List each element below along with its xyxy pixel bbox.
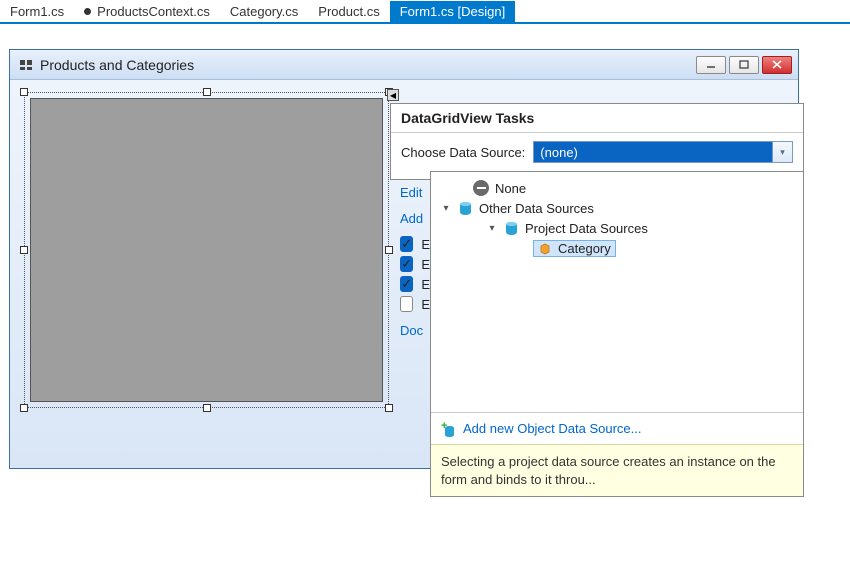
tasks-title: DataGridView Tasks [391,104,803,133]
choose-datasource-combo[interactable]: (none) ▾ [533,141,793,163]
tab-form1-design[interactable]: Form1.cs [Design] [390,1,515,22]
tab-product-cs[interactable]: Product.cs [308,1,389,22]
database-icon [503,220,519,236]
datasource-dropdown: None ▾ Other Data Sources ▾ Project Data… [430,171,804,497]
resize-handle-e[interactable] [385,246,393,254]
choose-datasource-value: (none) [533,141,773,163]
add-new-datasource-link[interactable]: + Add new Object Data Source... [431,412,803,444]
datagridview[interactable] [30,98,383,402]
form-title: Products and Categories [40,57,696,73]
none-icon [473,180,489,196]
datagridview-tasks-panel: DataGridView Tasks Choose Data Source: (… [390,103,804,180]
datagridview-selection[interactable]: ◀ [24,92,389,408]
smart-tag-glyph[interactable]: ◀ [387,89,399,101]
tree-node-category[interactable]: Category [441,238,799,259]
form-icon [18,57,34,73]
unsaved-dot-icon [84,8,91,15]
resize-handle-s[interactable] [203,404,211,412]
resize-handle-nw[interactable] [20,88,28,96]
chevron-down-icon[interactable]: ▾ [441,203,451,214]
datasource-hint-text: Selecting a project data source creates … [431,444,803,496]
close-button[interactable] [762,56,792,74]
add-column-link[interactable]: Add [400,211,423,226]
maximize-button[interactable] [729,56,759,74]
tab-form1-cs[interactable]: Form1.cs [0,1,74,22]
class-icon [538,242,552,256]
tab-category-cs[interactable]: Category.cs [220,1,308,22]
tasks-peek-column: Edit Add ✓E ✓E ✓E E Doc [400,176,430,346]
edit-columns-link[interactable]: Edit [400,185,422,200]
minimize-button[interactable] [696,56,726,74]
checkbox-enable-3[interactable]: ✓ [400,276,413,292]
resize-handle-n[interactable] [203,88,211,96]
form-titlebar[interactable]: Products and Categories [10,50,798,80]
choose-datasource-label: Choose Data Source: [401,145,525,160]
chevron-down-icon[interactable]: ▾ [487,223,497,234]
chevron-down-icon[interactable]: ▾ [773,141,793,163]
database-group-icon [457,200,473,216]
checkbox-enable-2[interactable]: ✓ [400,256,413,272]
resize-handle-se[interactable] [385,404,393,412]
resize-handle-sw[interactable] [20,404,28,412]
dock-link[interactable]: Doc [400,323,423,338]
tree-node-other-data-sources[interactable]: ▾ Other Data Sources [441,198,799,218]
datasource-tree: None ▾ Other Data Sources ▾ Project Data… [431,172,803,412]
tree-node-none[interactable]: None [441,178,799,198]
add-icon: + [441,422,455,436]
designer-surface[interactable]: Products and Categories ◀ [0,24,850,582]
document-tabbar: Form1.cs ProductsContext.cs Category.cs … [0,0,850,24]
resize-handle-w[interactable] [20,246,28,254]
checkbox-enable-4[interactable] [400,296,413,312]
tree-node-project-data-sources[interactable]: ▾ Project Data Sources [441,218,799,238]
checkbox-enable-1[interactable]: ✓ [400,236,413,252]
tab-productscontext-cs[interactable]: ProductsContext.cs [74,1,220,22]
